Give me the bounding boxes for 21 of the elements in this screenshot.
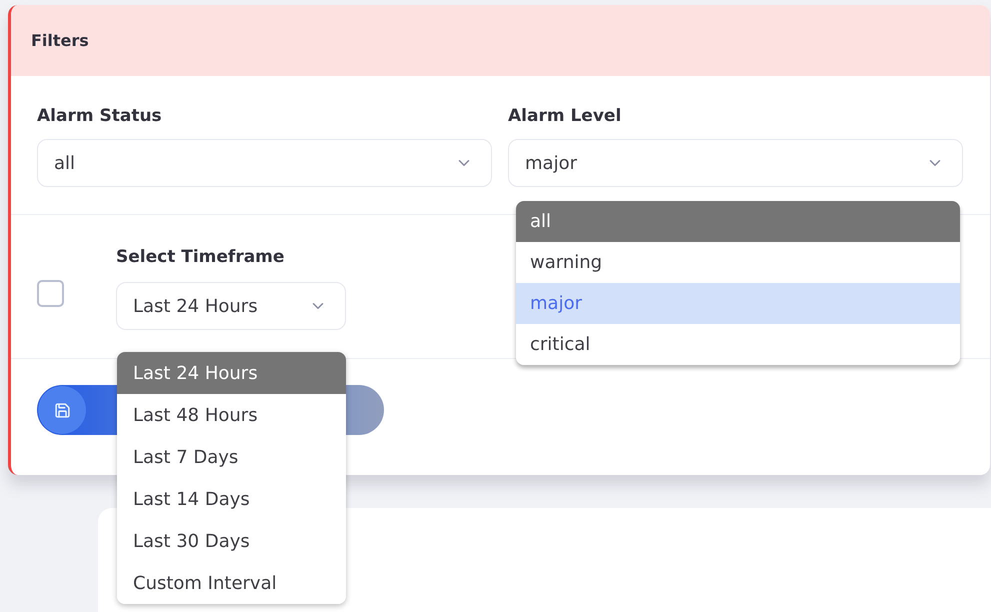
dropdown-option[interactable]: Last 14 Days: [117, 478, 346, 520]
select-field[interactable]: all: [37, 139, 492, 187]
dropdown-option[interactable]: Last 48 Hours: [117, 394, 346, 436]
dropdown-option[interactable]: Last 30 Days: [117, 520, 346, 562]
field-label: Select Timeframe: [116, 246, 284, 269]
select-field[interactable]: major: [508, 139, 963, 187]
dropdown-option[interactable]: warning: [516, 242, 960, 283]
card-title: Filters: [31, 30, 89, 52]
field-label: Alarm Level: [508, 105, 622, 128]
select-value: major: [525, 152, 577, 176]
select-field[interactable]: Last 24 Hours: [116, 282, 346, 330]
checkbox[interactable]: [37, 280, 64, 307]
dropdown-option[interactable]: Last 7 Days: [117, 436, 346, 478]
dropdown-option[interactable]: all: [516, 201, 960, 242]
select-value: Last 24 Hours: [133, 294, 258, 318]
select-value: all: [54, 152, 76, 176]
dropdown-option[interactable]: Last 24 Hours: [117, 352, 346, 394]
save-icon: [38, 386, 86, 434]
dropdown-option[interactable]: critical: [516, 324, 960, 365]
dropdown-option[interactable]: Custom Interval: [117, 562, 346, 604]
field-label: Alarm Status: [37, 105, 162, 128]
